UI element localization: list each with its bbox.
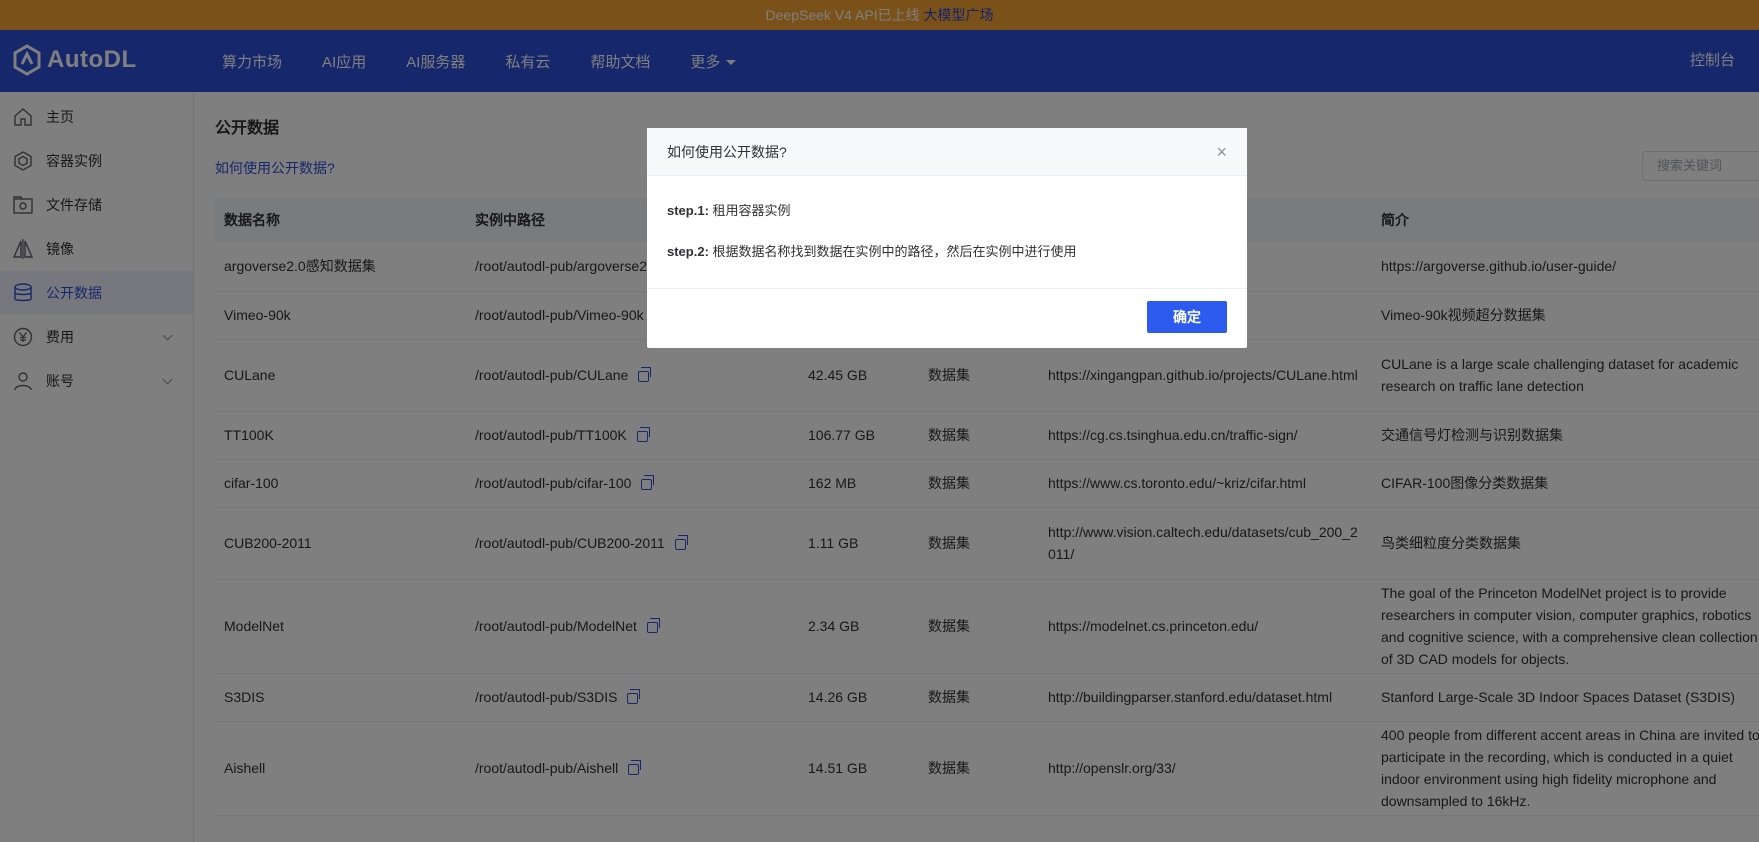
- step-text: 租用容器实例: [712, 203, 791, 218]
- dialog-footer: 确定: [647, 289, 1247, 347]
- step-text: 根据数据名称找到数据在实例中的路径，然后在实例中进行使用: [712, 244, 1077, 259]
- help-dialog: 如何使用公开数据? × step.1: 租用容器实例 step.2: 根据数据名…: [647, 128, 1247, 348]
- modal-overlay[interactable]: [0, 0, 1759, 842]
- step-1: step.1: 租用容器实例: [667, 200, 1227, 219]
- dialog-title: 如何使用公开数据?: [667, 144, 787, 160]
- dialog-header: 如何使用公开数据? ×: [647, 128, 1247, 176]
- dialog-body: step.1: 租用容器实例 step.2: 根据数据名称找到数据在实例中的路径…: [647, 176, 1247, 289]
- step-label: step.2:: [667, 244, 709, 259]
- step-label: step.1:: [667, 203, 709, 218]
- confirm-button[interactable]: 确定: [1147, 301, 1227, 333]
- close-icon[interactable]: ×: [1216, 128, 1227, 176]
- step-2: step.2: 根据数据名称找到数据在实例中的路径，然后在实例中进行使用: [667, 241, 1227, 260]
